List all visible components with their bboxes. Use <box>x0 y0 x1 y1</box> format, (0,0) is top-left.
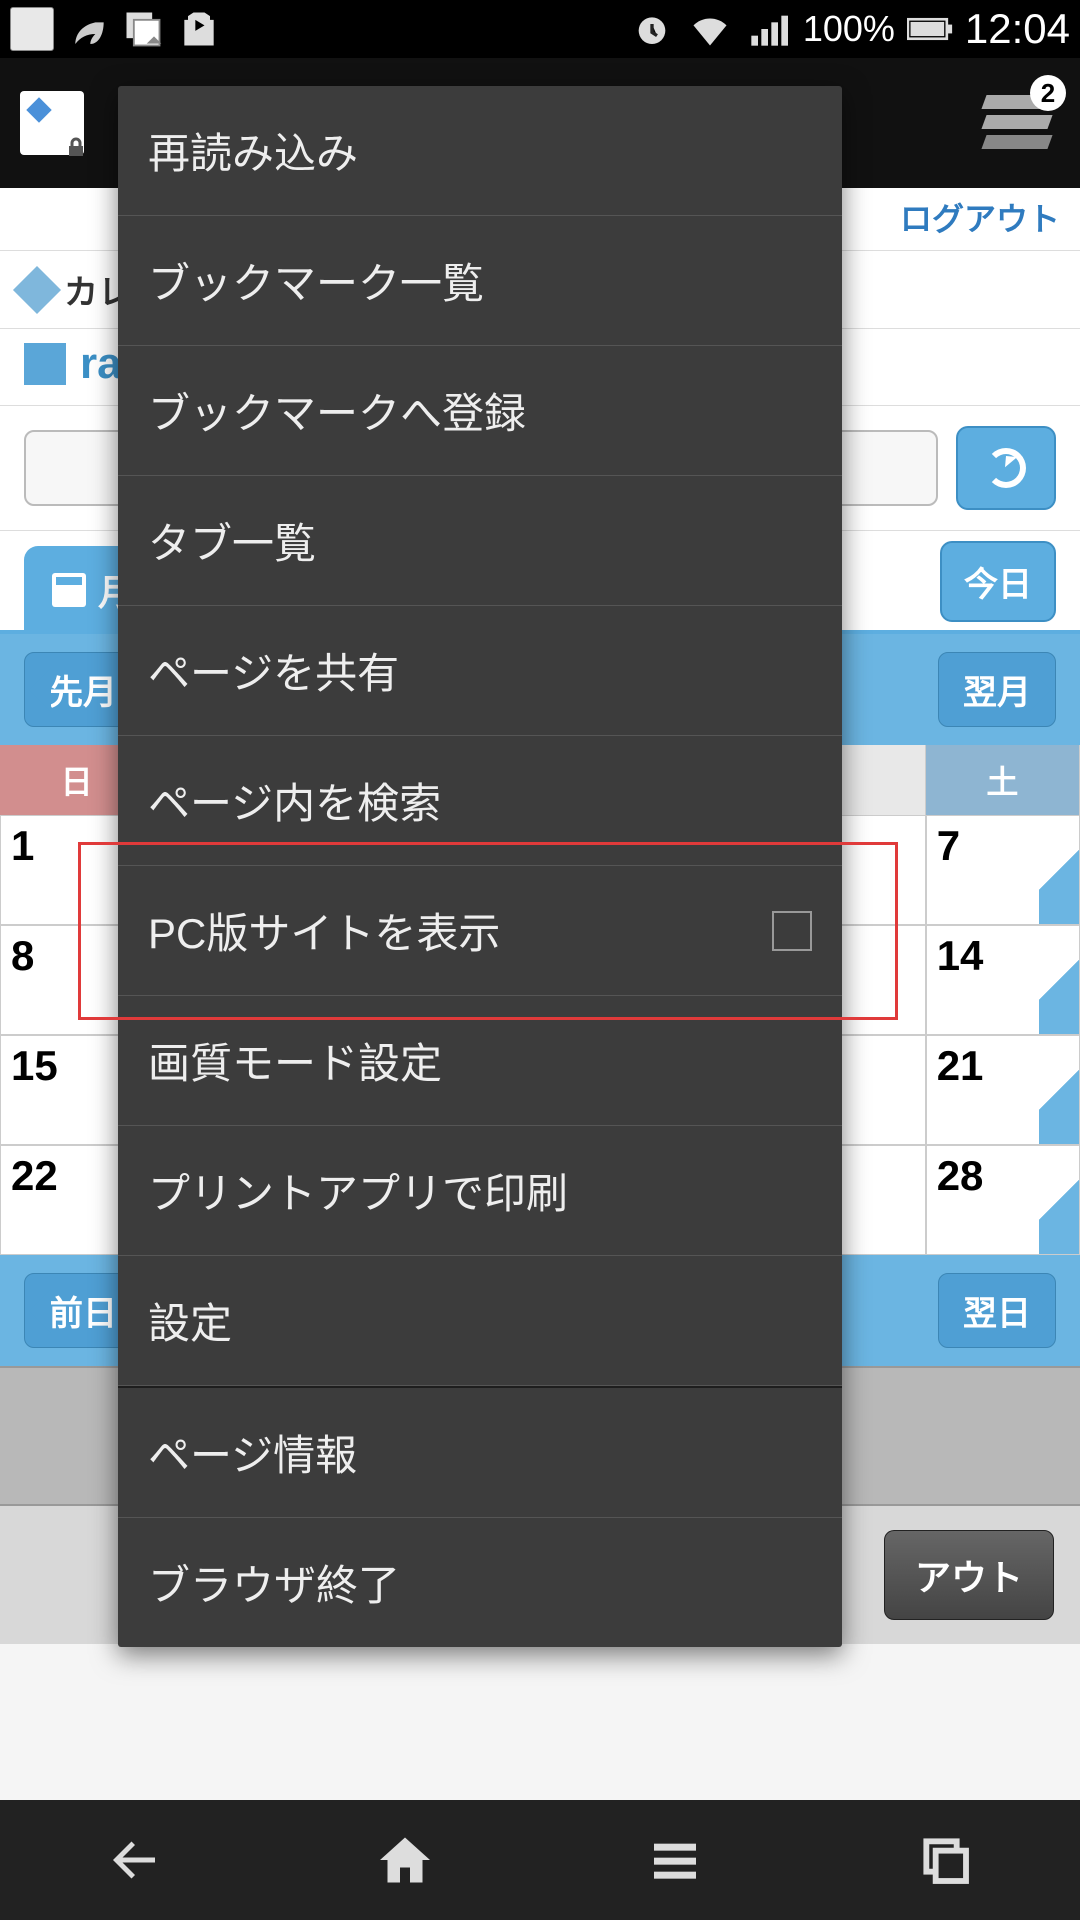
refresh-button[interactable] <box>956 426 1056 510</box>
calendar-icon <box>52 573 86 607</box>
menu-item-label: ブックマークへ登録 <box>148 380 526 441</box>
menu-item-label: プリントアプリで印刷 <box>148 1160 568 1221</box>
next-day-button[interactable]: 翌日 <box>938 1273 1056 1348</box>
menu-item[interactable]: 設定 <box>118 1256 842 1386</box>
site-lock-icon[interactable] <box>20 91 84 155</box>
menu-item-label: PC版サイトを表示 <box>148 900 500 961</box>
battery-percent: 100% <box>803 8 895 50</box>
menu-item-label: ページ情報 <box>148 1422 357 1483</box>
calendar-cell[interactable]: 28 <box>926 1145 1080 1255</box>
menu-item-label: ページ内を検索 <box>148 770 441 831</box>
menu-item[interactable]: ブックマーク一覧 <box>118 216 842 346</box>
recent-apps-button[interactable] <box>845 1810 1045 1910</box>
menu-button[interactable] <box>575 1810 775 1910</box>
menu-item[interactable]: 再読み込み <box>118 86 842 216</box>
clock-text: 12:04 <box>965 5 1070 53</box>
phone-icon <box>10 7 54 51</box>
leaf-icon <box>64 6 110 52</box>
tabs-button[interactable]: 2 <box>980 95 1060 151</box>
menu-item-label: ブラウザ終了 <box>148 1552 400 1613</box>
menu-item[interactable]: PC版サイトを表示 <box>118 866 842 996</box>
logout-button[interactable]: アウト <box>884 1530 1054 1620</box>
signal-icon <box>745 6 791 52</box>
menu-item[interactable]: ページ情報 <box>118 1388 842 1518</box>
battery-icon <box>907 6 953 52</box>
alarm-icon <box>629 6 675 52</box>
play-store-icon <box>176 6 222 52</box>
menu-item-label: タブ一覧 <box>148 510 316 571</box>
menu-item-label: ページを共有 <box>148 640 399 701</box>
status-bar: 100% 12:04 <box>0 0 1080 58</box>
menu-item-label: 画質モード設定 <box>148 1030 442 1091</box>
dow-cell: 土 <box>926 745 1080 815</box>
menu-item[interactable]: プリントアプリで印刷 <box>118 1126 842 1256</box>
wifi-icon <box>687 6 733 52</box>
system-nav-bar <box>0 1800 1080 1920</box>
calendar-cell[interactable]: 21 <box>926 1035 1080 1145</box>
lock-icon <box>64 135 88 159</box>
menu-item-label: 設定 <box>148 1290 232 1351</box>
menu-item[interactable]: ページ内を検索 <box>118 736 842 866</box>
calendar-cell[interactable]: 7 <box>926 815 1080 925</box>
app-cube-icon <box>13 265 61 313</box>
browser-context-menu: 再読み込みブックマーク一覧ブックマークへ登録タブ一覧ページを共有ページ内を検索 P… <box>118 86 842 1647</box>
back-button[interactable] <box>35 1810 235 1910</box>
today-button[interactable]: 今日 <box>940 541 1056 622</box>
menu-item[interactable]: タブ一覧 <box>118 476 842 606</box>
menu-item[interactable]: ブラウザ終了 <box>118 1518 842 1647</box>
gallery-share-icon <box>120 6 166 52</box>
checkbox-icon[interactable] <box>772 911 812 951</box>
next-month-button[interactable]: 翌月 <box>938 652 1056 727</box>
menu-item[interactable]: ページを共有 <box>118 606 842 736</box>
refresh-icon <box>986 448 1026 488</box>
logo-cube-icon <box>24 343 66 385</box>
tabs-count-badge: 2 <box>1030 75 1066 111</box>
menu-item-label: 再読み込み <box>148 120 358 181</box>
calendar-cell[interactable]: 14 <box>926 925 1080 1035</box>
menu-item[interactable]: ブックマークへ登録 <box>118 346 842 476</box>
logout-link[interactable]: ログアウト <box>900 194 1060 240</box>
menu-item[interactable]: 画質モード設定 <box>118 996 842 1126</box>
menu-item-label: ブックマーク一覧 <box>148 250 484 311</box>
home-button[interactable] <box>305 1810 505 1910</box>
